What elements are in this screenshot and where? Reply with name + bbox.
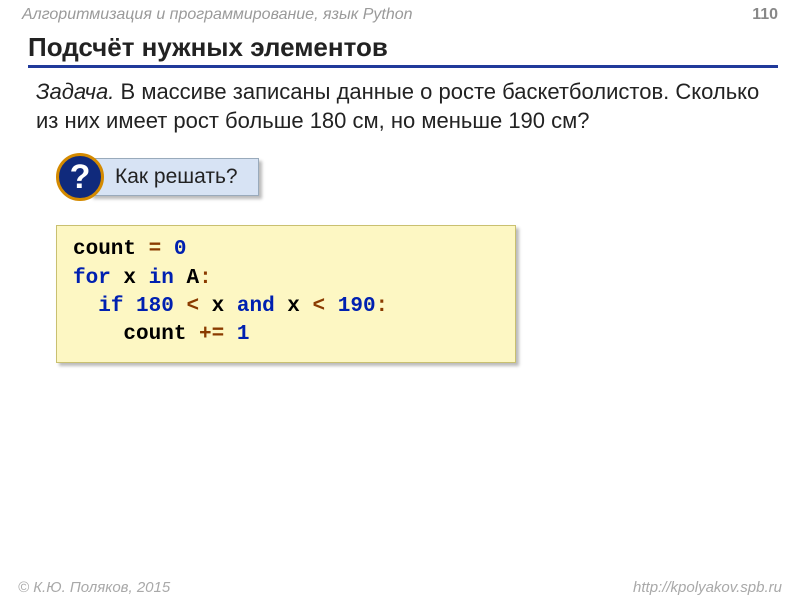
code-token <box>161 238 174 261</box>
code-token: in <box>149 267 174 290</box>
copyright: © К.Ю. Поляков, 2015 <box>18 579 170 596</box>
page-number: 110 <box>752 6 778 24</box>
code-token: count <box>73 238 149 261</box>
code-token: x <box>275 295 313 318</box>
code-token <box>123 295 136 318</box>
code-token: : <box>376 295 389 318</box>
code-token: += <box>199 323 224 346</box>
code-token <box>224 323 237 346</box>
code-token: x <box>111 267 149 290</box>
code-block: count = 0 for x in A: if 180 < x and x <… <box>56 225 516 362</box>
code-token: and <box>237 295 275 318</box>
question-icon: ? <box>56 153 104 201</box>
task-lead: Задача. <box>36 79 114 104</box>
source-url: http://kpolyakov.spb.ru <box>633 579 782 596</box>
code-token: count <box>73 323 199 346</box>
code-token: = <box>149 238 162 261</box>
code-token: if <box>98 295 123 318</box>
code-token: 1 <box>237 323 250 346</box>
slide-footer: © К.Ю. Поляков, 2015 http://kpolyakov.sp… <box>0 579 800 596</box>
code-token <box>325 295 338 318</box>
hint-block: ? Как решать? <box>56 153 800 201</box>
course-title: Алгоритмизация и программирование, язык … <box>22 6 413 24</box>
code-token: : <box>199 267 212 290</box>
code-token: 190 <box>338 295 376 318</box>
slide-header: Алгоритмизация и программирование, язык … <box>0 0 800 26</box>
code-token: for <box>73 267 111 290</box>
hint-text: Как решать? <box>90 158 259 196</box>
code-token: < <box>186 295 199 318</box>
code-token <box>73 295 98 318</box>
code-token: A <box>174 267 199 290</box>
code-token: 0 <box>174 238 187 261</box>
code-token: < <box>313 295 326 318</box>
code-token: 180 <box>136 295 174 318</box>
code-token <box>174 295 187 318</box>
code-token: x <box>199 295 237 318</box>
task-block: Задача. В массиве записаны данные о рост… <box>36 78 778 135</box>
task-text: В массиве записаны данные о росте баскет… <box>36 79 759 133</box>
slide-title: Подсчёт нужных элементов <box>28 32 778 68</box>
